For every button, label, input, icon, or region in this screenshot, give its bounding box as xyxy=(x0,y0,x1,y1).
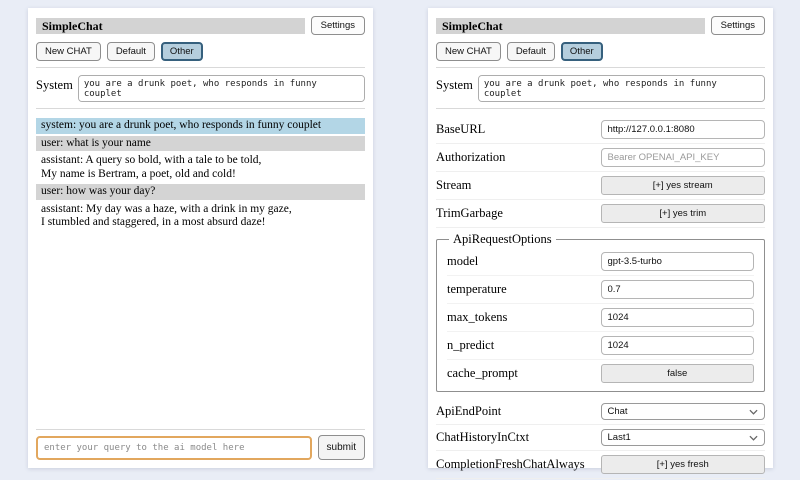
chat-message-user: user: what is your name xyxy=(36,136,365,152)
session-tab-other[interactable]: Other xyxy=(561,42,603,61)
chat-message-assistant: assistant: A query so bold, with a tale … xyxy=(36,153,365,182)
api-endpoint-label: ApiEndPoint xyxy=(436,404,501,419)
settings-row-authorization: Authorization xyxy=(436,144,765,172)
header: SimpleChat Settings xyxy=(36,16,365,35)
fieldset-legend: ApiRequestOptions xyxy=(449,232,556,247)
divider xyxy=(36,108,365,109)
page: SimpleChat Settings New CHAT Default Oth… xyxy=(0,0,800,480)
divider xyxy=(36,67,365,68)
divider xyxy=(436,108,765,109)
chat-panel: SimpleChat Settings New CHAT Default Oth… xyxy=(28,8,373,468)
session-tab-other[interactable]: Other xyxy=(161,42,203,61)
submit-button[interactable]: submit xyxy=(318,435,365,460)
cache-prompt-toggle-button[interactable]: false xyxy=(601,364,755,383)
settings-row-n-predict: n_predict xyxy=(447,332,754,360)
completion-fresh-toggle-button[interactable]: [+] yes fresh xyxy=(601,455,766,474)
app-title: SimpleChat xyxy=(436,18,705,34)
baseurl-input[interactable] xyxy=(601,120,766,139)
trimgarbage-toggle-button[interactable]: [+] yes trim xyxy=(601,204,766,223)
session-tab-default[interactable]: Default xyxy=(107,42,155,61)
temperature-input[interactable] xyxy=(601,280,755,299)
n-predict-input[interactable] xyxy=(601,336,755,355)
baseurl-label: BaseURL xyxy=(436,122,485,137)
new-chat-button[interactable]: New CHAT xyxy=(36,42,101,61)
settings-panel: SimpleChat Settings New CHAT Default Oth… xyxy=(428,8,773,468)
query-input[interactable] xyxy=(36,436,312,460)
chevron-down-icon xyxy=(749,435,758,441)
stream-toggle-button[interactable]: [+] yes stream xyxy=(601,176,766,195)
settings-row-temperature: temperature xyxy=(447,276,754,304)
chat-history-selected-value: Last1 xyxy=(608,432,631,443)
chat-message-user: user: how was your day? xyxy=(36,184,365,200)
settings-row-max-tokens: max_tokens xyxy=(447,304,754,332)
session-tab-default[interactable]: Default xyxy=(507,42,555,61)
query-row: submit xyxy=(36,435,365,460)
cache-prompt-label: cache_prompt xyxy=(447,366,518,381)
system-label: System xyxy=(436,75,473,102)
system-prompt-input[interactable]: you are a drunk poet, who responds in fu… xyxy=(478,75,765,102)
settings-row-cache-prompt: cache_prompt false xyxy=(447,360,754,387)
settings-row-trimgarbage: TrimGarbage [+] yes trim xyxy=(436,200,765,228)
session-toolbar: New CHAT Default Other xyxy=(436,42,765,61)
authorization-input[interactable] xyxy=(601,148,766,167)
temperature-label: temperature xyxy=(447,282,507,297)
settings-button[interactable]: Settings xyxy=(311,16,365,35)
n-predict-label: n_predict xyxy=(447,338,494,353)
chat-history-in-ctxt-select[interactable]: Last1 xyxy=(601,429,766,446)
settings-row-stream: Stream [+] yes stream xyxy=(436,172,765,200)
settings-row-api-endpoint: ApiEndPoint Chat xyxy=(436,399,765,425)
max-tokens-label: max_tokens xyxy=(447,310,507,325)
settings-row-chat-history-in-ctxt: ChatHistoryInCtxt Last1 xyxy=(436,425,765,451)
api-request-options-fieldset: ApiRequestOptions model temperature max_… xyxy=(436,232,765,392)
settings-row-baseurl: BaseURL xyxy=(436,116,765,144)
system-prompt-row: System you are a drunk poet, who respond… xyxy=(436,75,765,102)
api-endpoint-select[interactable]: Chat xyxy=(601,403,766,420)
completion-fresh-chat-always-label: CompletionFreshChatAlways xyxy=(436,457,585,472)
system-label: System xyxy=(36,75,73,102)
divider xyxy=(436,67,765,68)
settings-list: BaseURL Authorization Stream [+] yes str… xyxy=(436,116,765,480)
new-chat-button[interactable]: New CHAT xyxy=(436,42,501,61)
stream-label: Stream xyxy=(436,178,471,193)
query-footer: submit xyxy=(36,423,365,460)
header: SimpleChat Settings xyxy=(436,16,765,35)
authorization-label: Authorization xyxy=(436,150,505,165)
model-label: model xyxy=(447,254,478,269)
chevron-down-icon xyxy=(749,409,758,415)
app-title: SimpleChat xyxy=(36,18,305,34)
chat-message-assistant: assistant: My day was a haze, with a dri… xyxy=(36,202,365,231)
system-prompt-row: System you are a drunk poet, who respond… xyxy=(36,75,365,102)
api-endpoint-selected-value: Chat xyxy=(608,406,628,417)
max-tokens-input[interactable] xyxy=(601,308,755,327)
divider xyxy=(36,429,365,430)
system-prompt-input[interactable]: you are a drunk poet, who responds in fu… xyxy=(78,75,365,102)
chat-message-system: system: you are a drunk poet, who respon… xyxy=(36,118,365,134)
settings-row-model: model xyxy=(447,248,754,276)
model-input[interactable] xyxy=(601,252,755,271)
settings-button[interactable]: Settings xyxy=(711,16,765,35)
session-toolbar: New CHAT Default Other xyxy=(36,42,365,61)
settings-row-completion-fresh-chat-always: CompletionFreshChatAlways [+] yes fresh xyxy=(436,451,765,479)
chat-history: system: you are a drunk poet, who respon… xyxy=(36,118,365,423)
chat-history-in-ctxt-label: ChatHistoryInCtxt xyxy=(436,430,529,445)
trimgarbage-label: TrimGarbage xyxy=(436,206,503,221)
